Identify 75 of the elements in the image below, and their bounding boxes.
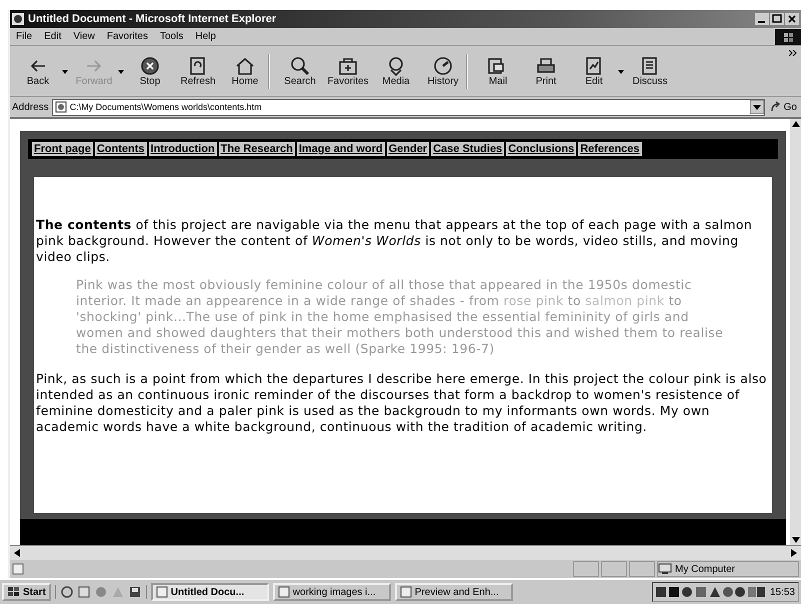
status-pane	[629, 561, 655, 577]
nav-link[interactable]: Image and word	[296, 142, 385, 156]
history-icon	[432, 56, 454, 76]
status-pane	[573, 561, 599, 577]
scroll-down-arrow-icon[interactable]	[792, 537, 800, 543]
dropdown-caret-icon	[618, 70, 624, 74]
toolbar-button[interactable]: Discuss	[626, 54, 674, 88]
toolbar-button[interactable]: History	[420, 54, 468, 88]
search-icon	[289, 56, 311, 76]
toolbar-button[interactable]: Favorites	[324, 54, 372, 88]
desktop-icon[interactable]	[76, 585, 91, 599]
go-arrow-icon	[770, 101, 782, 113]
window-icon	[156, 586, 168, 598]
nav-link[interactable]: Conclusions	[506, 142, 576, 156]
menu-item[interactable]: File	[10, 31, 38, 42]
page-status-icon	[12, 563, 24, 575]
horizontal-scrollbar[interactable]	[10, 545, 801, 560]
toolbar-button[interactable]: Edit	[570, 54, 626, 88]
window-title: Untitled Document - Microsoft Internet Explorer	[28, 13, 278, 25]
menu-item[interactable]: Favorites	[100, 31, 154, 42]
print-icon	[535, 56, 557, 76]
start-button[interactable]: Start	[2, 583, 51, 601]
browser-icon[interactable]	[60, 585, 74, 599]
quotation: Pink was the most obviously feminine colour of all those that appeared in the 1950s domestic interior. It made an appearence in a wide range of shades - from rose pink to salmon pink to 'shocking' pink...The use of pink in the home emphasised the essential femininity of girls and women and showed daughters that their mothers both understood this and wished them to realise the distinctiveness of their gender as well (Sparke 1995: 196-7)	[76, 277, 724, 357]
minimize-icon[interactable]	[755, 13, 769, 25]
close-icon[interactable]	[785, 13, 799, 25]
dropdown-arrow-icon[interactable]	[750, 100, 764, 114]
taskbar-button[interactable]: Preview and Enh...	[394, 583, 513, 601]
nav-link[interactable]: Front page	[32, 142, 93, 156]
nav-link[interactable]: Gender	[386, 142, 430, 156]
go-button[interactable]: Go	[768, 101, 799, 113]
nav-link[interactable]: Introduction	[148, 142, 217, 156]
more-chevron-icon[interactable]	[789, 50, 797, 56]
menu-item[interactable]: Help	[189, 31, 222, 42]
dropdown-caret-icon	[118, 70, 124, 74]
menu-item[interactable]: View	[67, 31, 101, 42]
toolbar-button[interactable]: Mail	[474, 54, 522, 88]
toolbar-button[interactable]: Media	[372, 54, 420, 88]
computer-icon	[658, 563, 672, 575]
window-icon	[400, 586, 412, 598]
taskbar-button[interactable]: Untitled Docu...	[150, 583, 269, 601]
nav-link[interactable]: Case Studies	[431, 142, 504, 156]
toolbar-button[interactable]: Refresh	[174, 54, 222, 88]
security-zone: My Computer	[657, 561, 799, 577]
nav-link[interactable]: The Research	[218, 142, 295, 156]
menu-item[interactable]: Tools	[154, 31, 190, 42]
dropdown-caret-icon	[62, 70, 68, 74]
address-field[interactable]: C:\My Documents\Womens worlds\contents.htm	[52, 98, 765, 116]
toolbar-button[interactable]: Print	[522, 54, 570, 88]
scroll-left-arrow-icon[interactable]	[14, 549, 20, 557]
browser-icon	[12, 13, 24, 25]
intro-paragraph: The contents of this project are navigable via the menu that appears at the top of each page with a salmon pink background. However the content of Women's Worlds is not only to be words, video stills, and moving video clips.	[36, 217, 754, 265]
favorites-icon	[337, 56, 359, 76]
address-label: Address	[12, 102, 49, 112]
clock: 15:53	[770, 586, 795, 598]
maximize-icon[interactable]	[770, 13, 784, 25]
nav-link[interactable]: References	[578, 142, 642, 156]
scroll-up-arrow-icon[interactable]	[792, 121, 800, 127]
taskbar-button[interactable]: working images i...	[272, 583, 391, 601]
scroll-right-arrow-icon[interactable]	[791, 549, 797, 557]
tray-icons-drawing[interactable]	[656, 585, 766, 599]
closing-paragraph: Pink, as such is a point from which the departures I describe here emerge. In this project the colour pink is also intended as an continuous ironic reminder of the discourses that form a backdrop to women's resistence of feminine domesticity and a paler pink is used as the backgroudn to my informants own words. My own academic words have a white background, continuous with the tradition of academic writing.	[36, 371, 768, 435]
window-icon	[278, 586, 290, 598]
page-icon	[54, 101, 67, 113]
menu-item[interactable]: Edit	[38, 31, 68, 42]
toolbar-button[interactable]: Home	[222, 54, 270, 88]
home-icon	[234, 56, 256, 76]
toolbar-button[interactable]: Stop	[126, 54, 174, 88]
vertical-scrollbar[interactable]	[790, 119, 801, 545]
toolbar-button[interactable]: Back	[14, 54, 70, 88]
windows-logo-icon	[7, 586, 21, 598]
toolbar-button[interactable]: Search	[276, 54, 324, 88]
stop-icon	[139, 56, 161, 76]
nav-link[interactable]: Contents	[94, 142, 147, 156]
status-pane	[601, 561, 627, 577]
